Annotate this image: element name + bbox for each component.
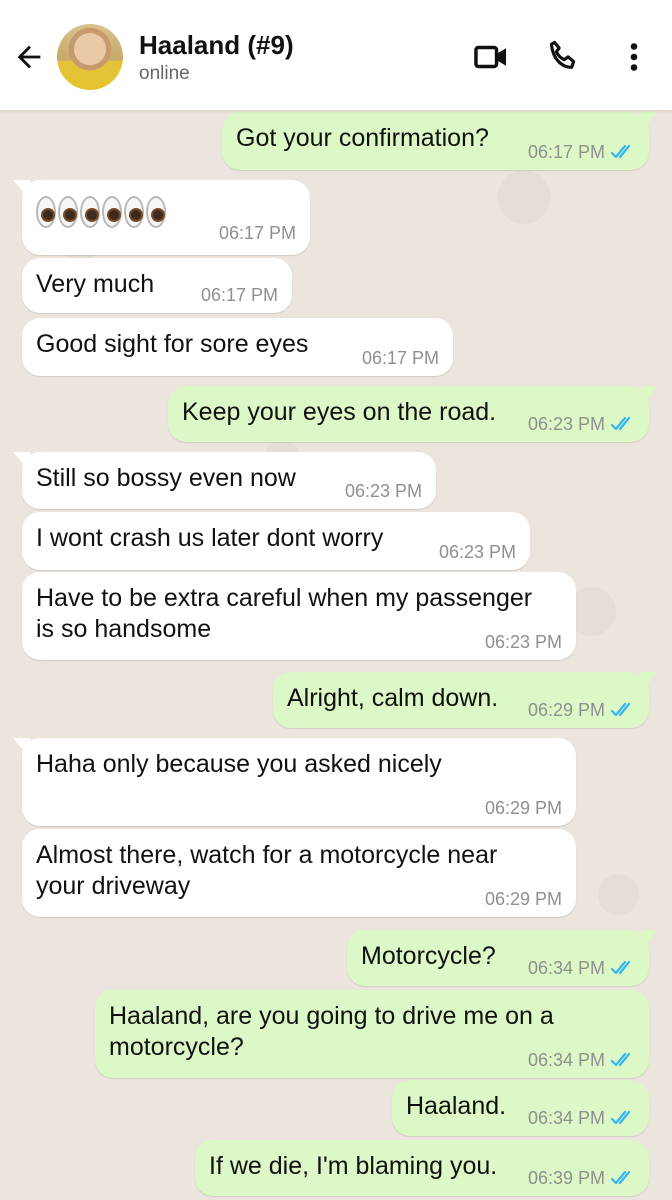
message-text: Have to be extra careful when my passeng…: [36, 584, 533, 643]
chat-header: Haaland (#9) online: [0, 0, 672, 110]
bubble-tail: [640, 930, 658, 944]
message-time: 06:29 PM: [527, 700, 605, 720]
outgoing-message[interactable]: Haaland. 06:34 PM: [392, 1080, 649, 1136]
message-time: 06:17 PM: [361, 348, 439, 368]
outgoing-message[interactable]: Motorcycle? 06:34 PM: [347, 930, 658, 986]
message-text: If we die, I'm blaming you.: [209, 1152, 498, 1180]
video-call-icon[interactable]: [472, 38, 510, 76]
double-check-read-icon: [611, 702, 631, 717]
message-text: Haha only because you asked nicely: [36, 750, 442, 778]
message-time: 06:23 PM: [527, 414, 605, 434]
message-text: Got your confirmation?: [236, 124, 489, 152]
message-time: 06:17 PM: [218, 223, 296, 243]
double-check-read-icon: [611, 960, 631, 975]
message-text: Still so bossy even now: [36, 464, 296, 492]
message-time: 06:23 PM: [344, 481, 422, 501]
contact-status: online: [139, 63, 190, 84]
bubble-tail: [640, 672, 658, 686]
incoming-message[interactable]: Still so bossy even now 06:23 PM: [13, 452, 436, 509]
arrow-left-icon[interactable]: [12, 40, 46, 74]
double-check-read-icon: [611, 416, 631, 431]
chat-area[interactable]: Got your confirmation? 06:17 PM 06:17 PM…: [0, 110, 672, 1200]
bubble-tail: [640, 386, 658, 400]
message-text: Very much: [36, 270, 155, 298]
contact-name[interactable]: Haaland (#9): [139, 30, 294, 61]
message-text: Alright, calm down.: [287, 684, 499, 712]
message-text: Almost there, watch for a motorcycle nea…: [36, 841, 498, 900]
message-time: 06:34 PM: [527, 1108, 605, 1128]
outgoing-message[interactable]: If we die, I'm blaming you. 06:39 PM: [195, 1140, 649, 1196]
incoming-message[interactable]: 06:17 PM: [13, 180, 310, 255]
double-check-read-icon: [611, 1170, 631, 1185]
outgoing-message[interactable]: Keep your eyes on the road. 06:23 PM: [168, 386, 658, 442]
incoming-message[interactable]: Haha only because you asked nicely 06:29…: [13, 738, 576, 826]
message-time: 06:34 PM: [527, 1050, 605, 1070]
double-check-read-icon: [611, 144, 631, 159]
message-time: 06:23 PM: [438, 542, 516, 562]
message-text: [36, 196, 166, 236]
outgoing-message[interactable]: Alright, calm down. 06:29 PM: [273, 672, 658, 728]
incoming-message[interactable]: Almost there, watch for a motorcycle nea…: [22, 829, 576, 917]
message-time: 06:17 PM: [200, 285, 278, 305]
double-check-read-icon: [611, 1110, 631, 1125]
message-time: 06:29 PM: [484, 798, 562, 818]
message-time: 06:34 PM: [527, 958, 605, 978]
bubble-tail: [640, 112, 658, 126]
bubble-tail: [13, 180, 31, 194]
outgoing-message[interactable]: Haaland, are you going to drive me on a …: [95, 990, 649, 1078]
message-time: 06:39 PM: [527, 1168, 605, 1188]
incoming-message[interactable]: Have to be extra careful when my passeng…: [22, 572, 576, 660]
incoming-message[interactable]: Good sight for sore eyes 06:17 PM: [22, 318, 453, 376]
phone-icon[interactable]: [544, 38, 582, 76]
message-time: 06:29 PM: [484, 889, 562, 909]
message-text: Keep your eyes on the road.: [182, 398, 497, 426]
message-time: 06:23 PM: [484, 632, 562, 652]
incoming-message[interactable]: I wont crash us later dont worry 06:23 P…: [22, 512, 530, 570]
avatar[interactable]: [57, 24, 123, 90]
more-vert-icon[interactable]: [616, 38, 652, 76]
message-text: Haaland.: [406, 1092, 507, 1120]
outgoing-message[interactable]: Got your confirmation? 06:17 PM: [222, 112, 658, 170]
message-text: Motorcycle?: [361, 942, 496, 970]
message-time: 06:17 PM: [527, 142, 605, 162]
incoming-message[interactable]: Very much 06:17 PM: [22, 258, 292, 313]
double-check-read-icon: [611, 1052, 631, 1067]
eyes-emoji-icon: [36, 196, 166, 228]
bubble-tail: [13, 452, 31, 466]
message-text: Haaland, are you going to drive me on a …: [109, 1002, 554, 1061]
message-text: Good sight for sore eyes: [36, 330, 309, 358]
bubble-tail: [13, 738, 31, 752]
message-text: I wont crash us later dont worry: [36, 524, 384, 552]
